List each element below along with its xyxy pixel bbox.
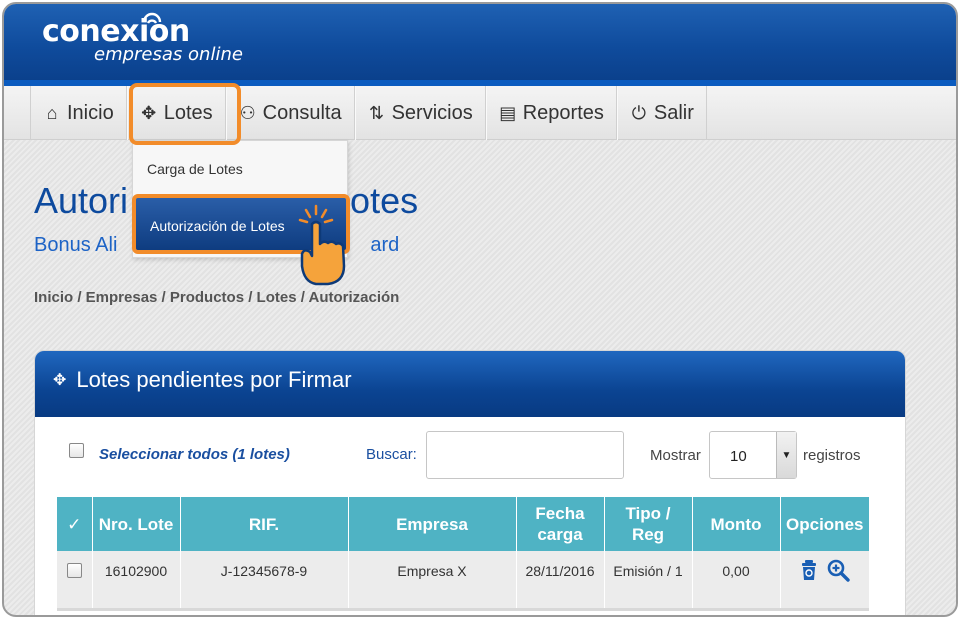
delete-icon[interactable] (800, 558, 820, 582)
home-icon: ⌂ (46, 102, 58, 123)
nav-item-inicio[interactable]: ⌂ Inicio (30, 86, 127, 140)
cell-rif: J-12345678-9 (180, 551, 349, 611)
cell-opciones (780, 551, 869, 611)
cell-lote: 16102900 (92, 551, 181, 611)
panel-toolbar: Seleccionar todos (1 lotes) Buscar: Most… (35, 429, 905, 479)
pending-batches-panel: ✥ Lotes pendientes por Firmar Selecciona… (34, 350, 906, 615)
lotes-icon: ✥ (53, 372, 67, 389)
row-checkbox[interactable] (66, 563, 82, 578)
records-label: registros (803, 447, 861, 464)
page-size-select[interactable]: 10 ▼ (709, 431, 797, 479)
select-all-link[interactable]: Seleccionar todos (1 lotes) (99, 446, 290, 463)
pointer-hand-icon (298, 204, 346, 286)
lotes-highlight (129, 83, 241, 145)
nav-label: Inicio (67, 101, 114, 124)
col-header-monto[interactable]: Monto (692, 497, 781, 551)
col-header-check[interactable]: ✓ (57, 497, 93, 551)
zoom-in-icon[interactable] (826, 558, 850, 582)
cell-fecha: 28/11/2016 (516, 551, 605, 611)
page-size-value: 10 (730, 448, 747, 465)
site-header: conexion empresas online (4, 4, 956, 84)
table-header-row: ✓ Nro. Lote RIF. Empresa Fecha carga Tipo… (57, 497, 869, 551)
consulta-icon: ⚇ (239, 102, 256, 123)
col-header-tipo[interactable]: Tipo / Reg (604, 497, 693, 551)
col-header-rif[interactable]: RIF. (180, 497, 349, 551)
signal-arcs-icon (142, 12, 162, 24)
panel-header: ✥ Lotes pendientes por Firmar (35, 351, 905, 417)
nav-label: Servicios (391, 101, 473, 124)
brand-logo[interactable]: conexion empresas online (42, 12, 243, 65)
nav-item-consulta[interactable]: ⚇ Consulta (225, 86, 355, 140)
servicios-icon: ⇅ (369, 102, 385, 123)
reportes-icon: ▤ (499, 102, 517, 123)
select-all-checkbox[interactable] (69, 443, 84, 458)
menu-item-carga-lotes[interactable]: Carga de Lotes (147, 161, 243, 177)
power-icon: ⏻ (631, 102, 646, 123)
cell-empresa: Empresa X (348, 551, 517, 611)
app-window: conexion empresas online ⌂ Inicio ✥ Lote… (2, 2, 958, 617)
nav-label: Reportes (522, 101, 604, 124)
nav-label: Consulta (262, 101, 342, 124)
page-title-right: otes (350, 180, 419, 221)
nav-item-servicios[interactable]: ⇅ Servicios (354, 86, 486, 140)
panel-title: Lotes pendientes por Firmar (76, 367, 352, 392)
page-subtitle-left: Bonus Ali (34, 234, 118, 256)
col-header-lote[interactable]: Nro. Lote (92, 497, 181, 551)
batches-table: ✓ Nro. Lote RIF. Empresa Fecha carga Tipo… (57, 497, 869, 611)
cell-tipo: Emisión / 1 (604, 551, 693, 611)
nav-label: Salir (653, 101, 694, 124)
page-subtitle-right: ard (370, 234, 400, 256)
search-input[interactable] (426, 431, 624, 479)
cell-monto: 0,00 (692, 551, 781, 611)
table-row: 16102900 J-12345678-9 Empresa X 28/11/20… (57, 551, 869, 611)
show-label: Mostrar (650, 447, 701, 464)
nav-item-salir[interactable]: ⏻ Salir (616, 86, 707, 140)
page-title-left: Autori (34, 180, 129, 221)
col-header-opciones: Opciones (780, 497, 869, 551)
breadcrumb[interactable]: Inicio / Empresas / Productos / Lotes / … (34, 289, 399, 306)
nav-item-reportes[interactable]: ▤ Reportes (485, 86, 617, 140)
col-header-fecha[interactable]: Fecha carga (516, 497, 605, 551)
chevron-down-icon[interactable]: ▼ (776, 432, 796, 478)
brand-tagline: empresas online (94, 44, 243, 65)
col-header-empresa[interactable]: Empresa (348, 497, 517, 551)
row-checkbox-cell (57, 551, 93, 611)
search-label: Buscar: (366, 446, 417, 463)
